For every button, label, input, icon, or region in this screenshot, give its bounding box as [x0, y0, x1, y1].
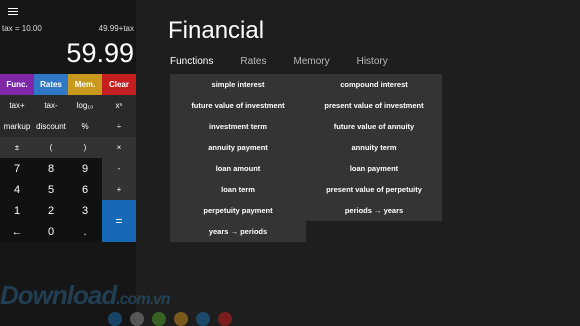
result-display: 59.99: [66, 38, 134, 68]
function-loan-payment[interactable]: loan payment: [306, 158, 442, 179]
tax-rate-label: tax = 10.00: [2, 24, 42, 33]
func-button[interactable]: Func.: [0, 74, 34, 95]
power-button[interactable]: xⁿ: [102, 95, 136, 116]
rates-button[interactable]: Rates: [34, 74, 68, 95]
page-title: Financial: [168, 17, 265, 44]
decimal-button[interactable]: .: [68, 221, 102, 242]
clear-button[interactable]: Clear: [102, 74, 136, 95]
log10-button[interactable]: log₁₀: [68, 95, 102, 116]
discount-button[interactable]: discount: [34, 116, 68, 137]
watermark-main: Download: [0, 280, 117, 310]
multiply-button[interactable]: ×: [102, 137, 136, 158]
tax-plus-button[interactable]: tax+: [0, 95, 34, 116]
watermark-suffix: .com.vn: [116, 291, 170, 308]
function-compound-interest[interactable]: compound interest: [306, 74, 442, 95]
function-annuity-term[interactable]: annuity term: [306, 137, 442, 158]
function-present-value-investment[interactable]: present value of investment: [306, 95, 442, 116]
percent-button[interactable]: %: [68, 116, 102, 137]
function-empty-slot: [306, 221, 442, 242]
digit-2-button[interactable]: 2: [34, 200, 68, 221]
tab-history[interactable]: History: [357, 56, 388, 67]
digit-5-button[interactable]: 5: [34, 179, 68, 200]
tab-functions[interactable]: Functions: [170, 56, 213, 67]
open-paren-button[interactable]: (: [34, 137, 68, 158]
digit-1-button[interactable]: 1: [0, 200, 34, 221]
digit-3-button[interactable]: 3: [68, 200, 102, 221]
backspace-button[interactable]: ←: [0, 221, 34, 242]
minus-button[interactable]: -: [102, 158, 136, 179]
function-loan-term[interactable]: loan term: [170, 179, 306, 200]
digit-9-button[interactable]: 9: [68, 158, 102, 179]
digit-6-button[interactable]: 6: [68, 179, 102, 200]
digit-4-button[interactable]: 4: [0, 179, 34, 200]
download-watermark: Download.com.vn: [0, 280, 171, 311]
equals-button[interactable]: =: [102, 200, 136, 242]
watermark-dot: [130, 312, 144, 326]
plus-minus-button[interactable]: ±: [0, 137, 34, 158]
function-loan-amount[interactable]: loan amount: [170, 158, 306, 179]
mem-button[interactable]: Mem.: [68, 74, 102, 95]
watermark-dots: [108, 312, 240, 326]
tax-minus-button[interactable]: tax-: [34, 95, 68, 116]
watermark-dot: [108, 312, 122, 326]
tab-memory[interactable]: Memory: [293, 56, 329, 67]
function-years-to-periods[interactable]: years → periods: [170, 221, 306, 242]
close-paren-button[interactable]: ): [68, 137, 102, 158]
tax-expression: 49.99+tax: [98, 24, 134, 33]
function-future-value-investment[interactable]: future value of investment: [170, 95, 306, 116]
function-investment-term[interactable]: investment term: [170, 116, 306, 137]
function-annuity-payment[interactable]: annuity payment: [170, 137, 306, 158]
tab-bar: Functions Rates Memory History: [170, 56, 415, 67]
function-perpetuity-payment[interactable]: perpetuity payment: [170, 200, 306, 221]
markup-button[interactable]: markup: [0, 116, 34, 137]
watermark-dot: [218, 312, 232, 326]
watermark-dot: [174, 312, 188, 326]
function-present-value-perpetuity[interactable]: present value of perpetuity: [306, 179, 442, 200]
watermark-dot: [196, 312, 210, 326]
watermark-dot: [152, 312, 166, 326]
financial-panel: Financial Functions Rates Memory History…: [136, 0, 580, 326]
function-future-value-annuity[interactable]: future value of annuity: [306, 116, 442, 137]
keypad: Func. Rates Mem. Clear tax+ tax- log₁₀ x…: [0, 74, 136, 242]
calculator-panel: tax = 10.00 49.99+tax 59.99 Func. Rates …: [0, 0, 136, 326]
digit-7-button[interactable]: 7: [0, 158, 34, 179]
function-simple-interest[interactable]: simple interest: [170, 74, 306, 95]
divide-button[interactable]: ÷: [102, 116, 136, 137]
tab-rates[interactable]: Rates: [240, 56, 266, 67]
plus-button[interactable]: +: [102, 179, 136, 200]
digit-8-button[interactable]: 8: [34, 158, 68, 179]
function-list: simple interest compound interest future…: [170, 74, 442, 242]
function-periods-to-years[interactable]: periods → years: [306, 200, 442, 221]
digit-0-button[interactable]: 0: [34, 221, 68, 242]
hamburger-menu-icon[interactable]: [8, 8, 18, 16]
